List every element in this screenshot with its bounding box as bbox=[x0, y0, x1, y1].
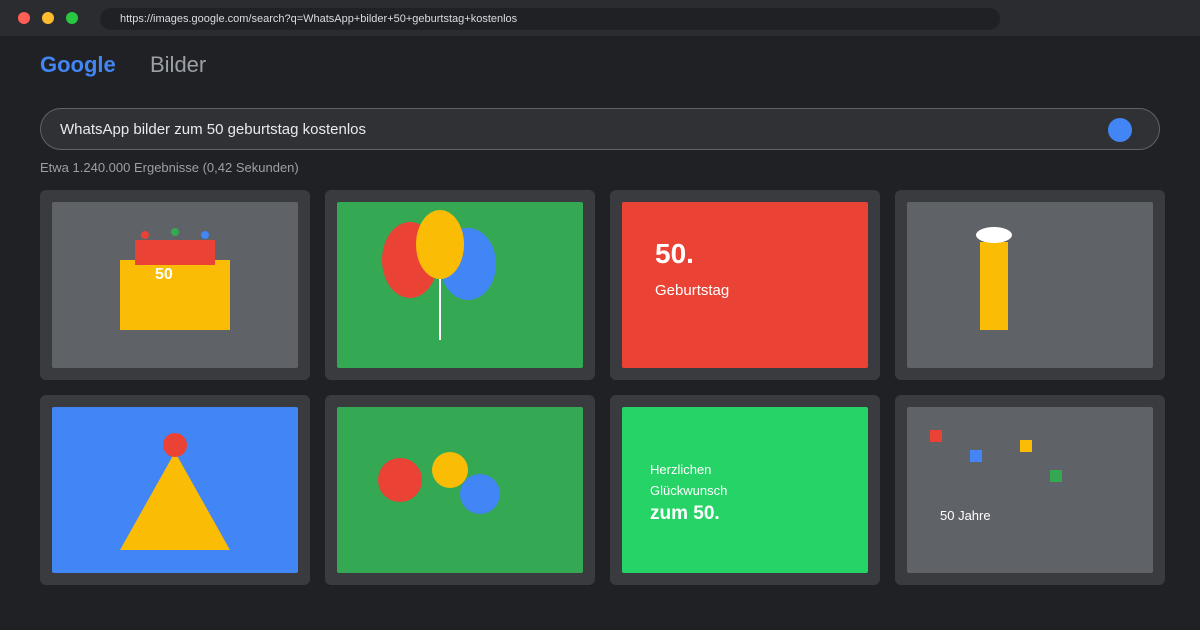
greeting-line-2: Glückwunsch bbox=[650, 483, 728, 498]
thumbnail-subtitle: Geburtstag bbox=[655, 282, 730, 299]
party-hat-icon bbox=[120, 433, 230, 550]
candle-flame-icon bbox=[141, 231, 149, 239]
candle-body bbox=[980, 242, 1008, 330]
glueckwunsch-thumbnail: Herzlichen Glückwunsch zum 50. bbox=[622, 407, 868, 573]
image-result-circles[interactable] bbox=[325, 395, 595, 585]
thumbnail-title: 50. bbox=[655, 238, 694, 269]
balloon-string bbox=[439, 279, 441, 340]
search-input[interactable] bbox=[60, 109, 1060, 149]
image-result-glueckwunsch[interactable]: Herzlichen Glückwunsch zum 50. bbox=[610, 395, 880, 585]
result-stats: Etwa 1.240.000 Ergebnisse (0,42 Sekunden… bbox=[40, 160, 299, 175]
confetti-icon bbox=[930, 430, 942, 442]
candle-flame-icon bbox=[201, 231, 209, 239]
image-result-party-hat[interactable] bbox=[40, 395, 310, 585]
thumbnail-label: 50 Jahre bbox=[940, 508, 991, 523]
cake-top-layer bbox=[135, 240, 215, 265]
party-hat-thumbnail bbox=[52, 407, 298, 573]
50-jahre-thumbnail: 50 Jahre bbox=[907, 407, 1153, 573]
candle-top-icon bbox=[976, 227, 1012, 243]
confetti-icon bbox=[1020, 440, 1032, 452]
image-result-geburtstag[interactable]: 50. Geburtstag bbox=[610, 190, 880, 380]
image-result-50-jahre[interactable]: 50 Jahre bbox=[895, 395, 1165, 585]
balloons-thumbnail bbox=[337, 202, 583, 368]
minimize-window-button[interactable] bbox=[42, 12, 54, 24]
greeting-line-1: Herzlichen bbox=[650, 462, 712, 477]
cake-number: 50 bbox=[155, 266, 173, 283]
candle-thumbnail bbox=[907, 202, 1153, 368]
maximize-window-button[interactable] bbox=[66, 12, 78, 24]
circles-thumbnail bbox=[337, 407, 583, 573]
cake-body bbox=[120, 260, 230, 330]
yellow-balloon-icon bbox=[416, 210, 464, 279]
browser-toolbar: https://images.google.com/search?q=Whats… bbox=[0, 0, 1200, 36]
confetti-icon bbox=[970, 450, 982, 462]
google-logo[interactable]: Google bbox=[40, 52, 116, 78]
images-section-title[interactable]: Bilder bbox=[150, 52, 206, 78]
image-result-candle[interactable] bbox=[895, 190, 1165, 380]
search-box[interactable] bbox=[40, 108, 1160, 150]
candle-flame-icon bbox=[171, 228, 179, 236]
image-result-balloons[interactable] bbox=[325, 190, 595, 380]
cake-thumbnail: 50 bbox=[52, 202, 298, 368]
search-button[interactable] bbox=[1108, 118, 1132, 142]
address-bar[interactable]: https://images.google.com/search?q=Whats… bbox=[100, 8, 1000, 30]
confetti-icon bbox=[1050, 470, 1062, 482]
blue-circle-icon bbox=[460, 474, 500, 514]
close-window-button[interactable] bbox=[18, 12, 30, 24]
geburtstag-thumbnail: 50. Geburtstag bbox=[622, 202, 868, 368]
greeting-line-3: zum 50. bbox=[650, 503, 720, 524]
red-circle-icon bbox=[378, 458, 422, 502]
image-result-cake[interactable]: 50 bbox=[40, 190, 310, 380]
